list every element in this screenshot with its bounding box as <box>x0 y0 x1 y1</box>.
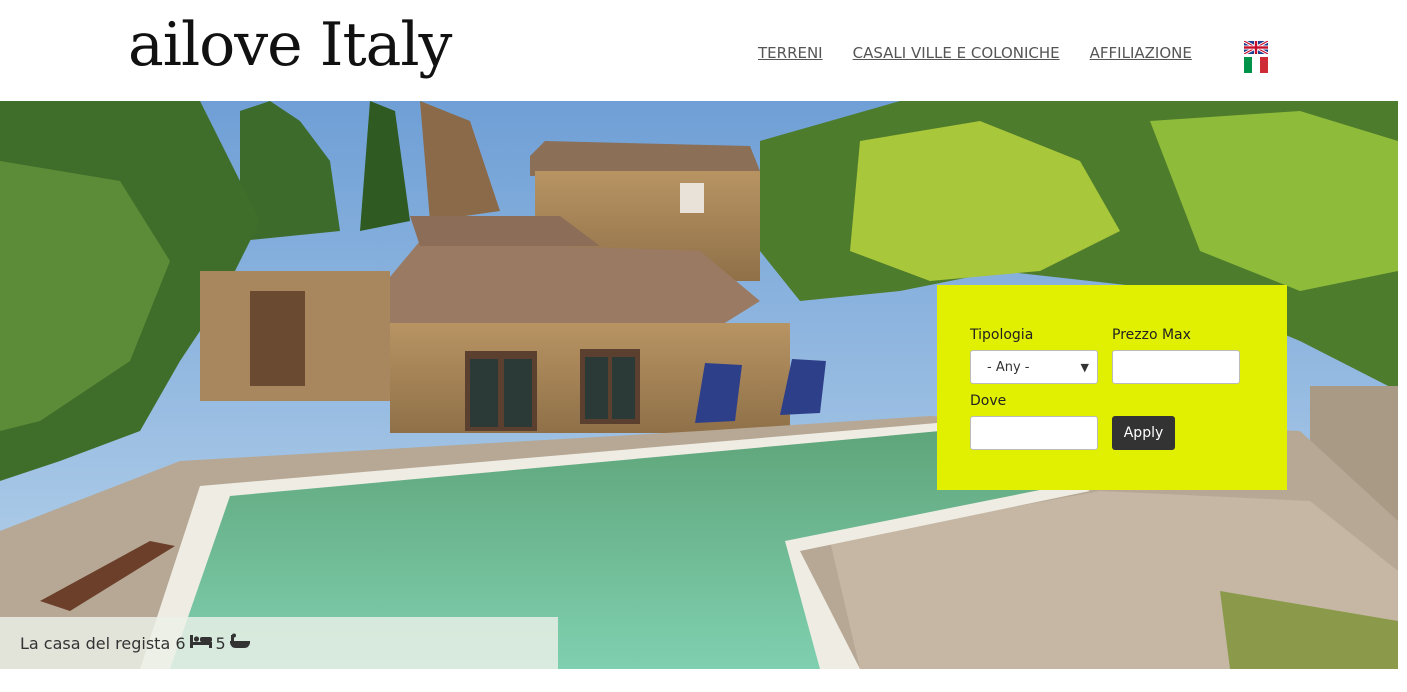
apply-button[interactable]: Apply <box>1112 416 1175 450</box>
bathtub-icon <box>229 633 250 653</box>
chevron-down-icon: ▼ <box>1080 360 1089 374</box>
property-search-panel: Tipologia Prezzo Max - Any - ▼ Dove Appl… <box>937 285 1287 490</box>
bathroom-count: 5 <box>215 633 226 653</box>
prezzo-max-input[interactable] <box>1112 350 1240 384</box>
site-logo[interactable]: ailove Italy <box>128 10 452 80</box>
language-switcher <box>1244 41 1268 76</box>
dove-input[interactable] <box>970 416 1098 450</box>
site-header: ailove Italy TERRENI CASALI VILLE E COLO… <box>0 0 1407 101</box>
bedroom-count: 6 <box>175 633 186 653</box>
it-flag-icon[interactable] <box>1244 57 1268 73</box>
tipologia-select[interactable]: - Any - ▼ <box>970 350 1098 384</box>
nav-item-terreni[interactable]: TERRENI <box>758 44 823 62</box>
bed-icon <box>189 634 212 652</box>
featured-property-caption[interactable]: La casa del regista 6 5 <box>0 617 558 669</box>
tipologia-label: Tipologia <box>970 327 1034 343</box>
property-title: La casa del regista <box>20 633 171 653</box>
prezzo-max-label: Prezzo Max <box>1112 327 1191 343</box>
main-nav: TERRENI CASALI VILLE E COLONICHE AFFILIA… <box>758 44 1192 62</box>
tipologia-select-value: - Any - <box>987 359 1030 375</box>
nav-item-affiliazione[interactable]: AFFILIAZIONE <box>1090 44 1192 62</box>
uk-flag-icon[interactable] <box>1244 41 1268 54</box>
dove-label: Dove <box>970 393 1007 409</box>
nav-item-casali[interactable]: CASALI VILLE E COLONICHE <box>853 44 1060 62</box>
